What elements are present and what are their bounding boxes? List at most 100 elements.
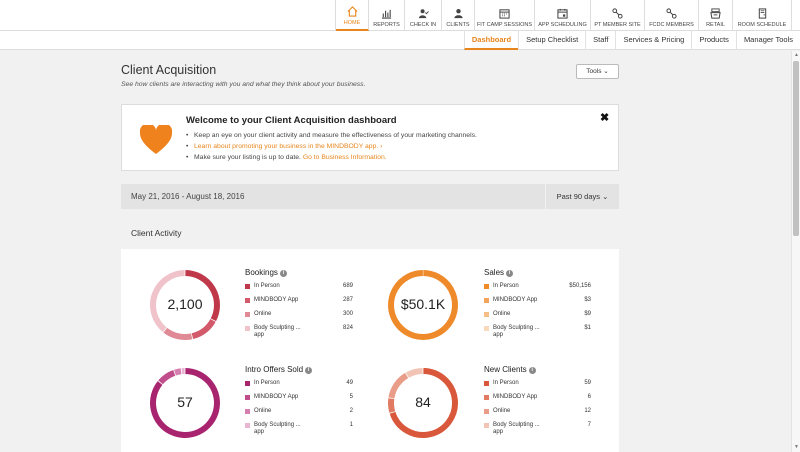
bookings-segment-mindbody-app[interactable] — [191, 318, 216, 340]
legend-swatch — [245, 423, 250, 428]
nav-item-retail[interactable]: RETAIL — [699, 0, 733, 31]
legend-row: Body Sculpting ... app $1 — [484, 325, 591, 339]
metric-title-label: Sales — [484, 268, 505, 277]
nav-item-label: APP SCHEDULING — [538, 22, 587, 28]
chevron-right-icon[interactable]: › — [380, 143, 382, 150]
legend-label: In Person — [493, 380, 519, 386]
link-icon — [612, 8, 623, 19]
bookings-segment-online[interactable] — [163, 327, 193, 340]
nav-item-label: REPORTS — [373, 22, 400, 28]
nav-item-label: HOME — [343, 20, 361, 26]
chevron-down-icon: ⌄ — [602, 192, 609, 201]
info-icon[interactable]: i — [305, 367, 313, 374]
nav-item-app-scheduling[interactable]: APP SCHEDULING — [535, 0, 591, 31]
welcome-bullets: Keep an eye on your client activity and … — [186, 130, 477, 163]
tab-services-pricing[interactable]: Services & Pricing — [615, 31, 691, 50]
legend-row: MINDBODY App $3 — [484, 297, 591, 311]
newclients-title: New Clients i — [484, 365, 536, 374]
date-range-bar: May 21, 2016 - August 18, 2016 — [121, 184, 545, 209]
nav-item-label: FIT CAMP SESSIONS — [476, 22, 533, 28]
info-icon[interactable]: i — [506, 270, 514, 277]
nav-item-label: CLIENTS — [446, 22, 470, 28]
nav-item-fcdc-members[interactable]: FCDC MEMBERS — [645, 0, 699, 31]
newclients-segment-body-sculpting-[interactable] — [405, 368, 423, 378]
tools-dropdown-button[interactable]: Tools ⌄ — [576, 64, 619, 79]
calendar-grid-icon — [499, 9, 510, 19]
bookings-total-value: 2,100 — [167, 296, 203, 312]
legend-label: Online — [254, 311, 272, 317]
legend-value: 2 — [349, 408, 353, 414]
intro-total-value: 57 — [177, 394, 193, 410]
close-icon[interactable]: ✖ — [600, 111, 609, 124]
client-activity-card: 2,100 Bookings i In Person 689 MINDBODY App 28… — [121, 249, 619, 452]
page-scrollbar[interactable]: ▲ ▼ — [791, 51, 800, 452]
nav-item-clients[interactable]: CLIENTS — [442, 0, 475, 31]
legend-swatch — [484, 312, 489, 317]
sub-nav-tabs: Dashboard Setup Checklist Staff Services & … — [463, 31, 800, 50]
info-icon[interactable]: i — [528, 367, 536, 374]
promote-business-link[interactable]: Learn about promoting your business in t… — [194, 143, 378, 150]
nav-item-reports[interactable]: REPORTS — [369, 0, 405, 31]
sales-donut-chart: $50.1K — [387, 269, 459, 341]
tab-manager-tools[interactable]: Manager Tools — [735, 31, 800, 50]
tab-staff[interactable]: Staff — [585, 31, 615, 50]
person-icon — [453, 9, 463, 19]
intro-segment-mindbody-app[interactable] — [158, 370, 176, 385]
intro-segment-online[interactable] — [174, 368, 182, 376]
intro-title: Intro Offers Sold i — [245, 365, 313, 374]
scroll-down-arrow-icon[interactable]: ▼ — [793, 444, 800, 451]
business-info-link[interactable]: Go to Business Information. — [303, 154, 387, 161]
legend-value: 49 — [346, 380, 353, 386]
legend-swatch — [484, 395, 489, 400]
bar-chart-icon — [381, 9, 392, 19]
nav-item-label: FCDC MEMBERS — [649, 22, 694, 28]
nav-item-pt-member-site[interactable]: PT MEMBER SITE — [591, 0, 645, 31]
nav-item-room-schedule[interactable]: ROOM SCHEDULE — [733, 0, 792, 31]
legend-label: Body Sculpting ... — [254, 325, 301, 331]
legend-label: MINDBODY App — [493, 394, 538, 400]
legend-row: In Person $50,156 — [484, 283, 591, 297]
scroll-thumb[interactable] — [793, 61, 799, 236]
legend-label-line2: app — [493, 332, 504, 338]
legend-label: Online — [493, 311, 511, 317]
sales-total-value: $50.1K — [400, 296, 446, 312]
legend-row: MINDBODY App 5 — [245, 394, 353, 408]
legend-value: $9 — [584, 311, 591, 317]
legend-label: In Person — [254, 380, 280, 386]
legend-label-line2: app — [254, 429, 265, 435]
person-check-icon — [418, 9, 429, 19]
nav-item-fit-camp-sessions[interactable]: FIT CAMP SESSIONS — [475, 0, 535, 31]
legend-row: In Person 689 — [245, 283, 353, 297]
sub-navigation: Dashboard Setup Checklist Staff Services & … — [0, 31, 800, 50]
scroll-up-arrow-icon[interactable]: ▲ — [793, 52, 800, 59]
tab-dashboard[interactable]: Dashboard — [463, 31, 519, 50]
legend-swatch — [484, 409, 489, 414]
nav-item-check-in[interactable]: CHECK IN — [405, 0, 442, 31]
legend-swatch — [484, 326, 489, 331]
nav-item-home[interactable]: HOME — [336, 0, 369, 31]
legend-value: 7 — [587, 422, 591, 428]
legend-swatch — [245, 409, 250, 414]
link-icon — [666, 8, 677, 19]
tab-setup-checklist[interactable]: Setup Checklist — [518, 31, 585, 50]
legend-label: Online — [254, 408, 272, 414]
heart-icon — [140, 125, 172, 154]
client-activity-title: Client Activity — [131, 228, 182, 238]
info-icon[interactable]: i — [279, 270, 287, 277]
legend-value: 300 — [342, 311, 353, 317]
tab-products[interactable]: Products — [691, 31, 736, 50]
legend-value: 12 — [584, 408, 591, 414]
legend-value: $3 — [584, 297, 591, 303]
legend-value: 689 — [342, 283, 353, 289]
welcome-bullet: Learn about promoting your business in t… — [186, 141, 477, 152]
main-nav-icons: HOME REPORTS CHECK IN CLIENTS FIT CAMP SESSI… — [335, 0, 792, 31]
nav-item-label: PT MEMBER SITE — [594, 22, 641, 28]
period-dropdown-button[interactable]: Past 90 days ⌄ — [546, 184, 619, 209]
welcome-bullet: Keep an eye on your client activity and … — [186, 130, 477, 141]
legend-value: 6 — [587, 394, 591, 400]
page-title: Client Acquisition — [121, 63, 217, 77]
nav-item-label: ROOM SCHEDULE — [737, 22, 787, 28]
legend-row: MINDBODY App 287 — [245, 297, 353, 311]
newclients-donut-chart: 84 — [387, 367, 459, 439]
legend-swatch — [245, 312, 250, 317]
